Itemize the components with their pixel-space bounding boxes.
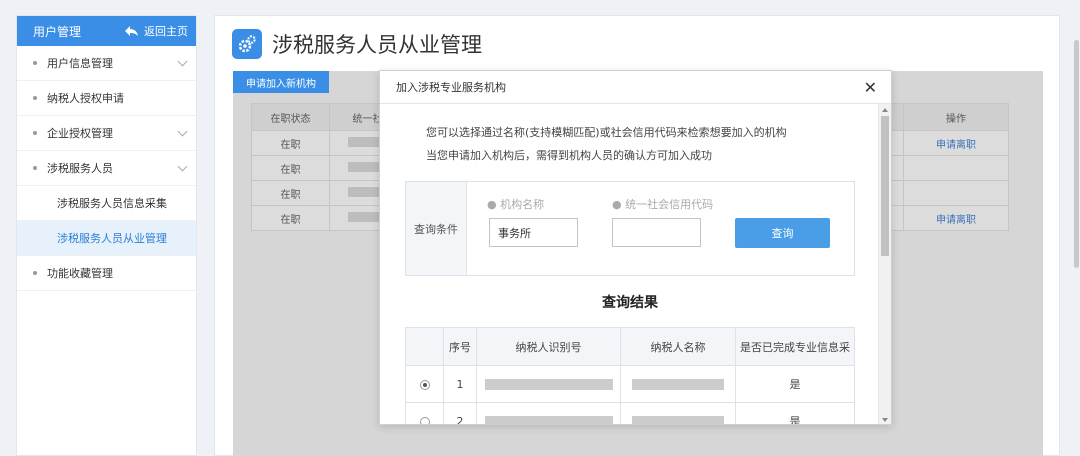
chevron-down-icon xyxy=(177,126,188,136)
page-scrollbar[interactable] xyxy=(1072,0,1080,456)
column-header: 在职状态 xyxy=(251,103,330,131)
back-arrow-icon xyxy=(125,26,138,36)
dialog-title: 加入涉税专业服务机构 xyxy=(396,81,506,94)
bullet-icon xyxy=(33,131,37,135)
name-caption: ● 机构名称 xyxy=(487,198,545,211)
table-row: 2 是 xyxy=(405,402,855,424)
dialog-scrollbar[interactable] xyxy=(878,104,891,424)
sidebar: 用户管理 返回主页 用户信息管理 纳税人授权申请 企业授权管理 涉税服务人员 涉… xyxy=(16,15,197,456)
sidebar-item-label: 功能收藏管理 xyxy=(47,267,113,280)
radio-selected[interactable] xyxy=(419,379,430,390)
sidebar-item-label: 企业授权管理 xyxy=(47,127,113,140)
sidebar-header: 用户管理 返回主页 xyxy=(17,16,196,46)
chevron-down-icon xyxy=(177,161,188,171)
sidebar-item-label: 纳税人授权申请 xyxy=(47,92,124,105)
column-header xyxy=(405,327,444,366)
column-header: 操作 xyxy=(903,103,1009,131)
done-cell: 是 xyxy=(735,402,855,424)
column-header: 是否已完成专业信息采 xyxy=(735,327,855,366)
radio-unselected[interactable] xyxy=(419,416,430,424)
result-title: 查询结果 xyxy=(602,295,658,311)
page-scroll-thumb[interactable] xyxy=(1074,40,1079,268)
sidebar-item-user-info[interactable]: 用户信息管理 xyxy=(17,46,196,81)
sidebar-title: 用户管理 xyxy=(33,24,82,39)
status-cell: 在职 xyxy=(251,180,330,206)
back-home-label: 返回主页 xyxy=(144,25,188,38)
agency-name-input[interactable] xyxy=(489,218,578,247)
sidebar-item-label: 用户信息管理 xyxy=(47,57,113,70)
index-cell: 2 xyxy=(443,402,477,424)
action-cell xyxy=(903,180,1009,206)
select-radio-cell[interactable] xyxy=(405,365,444,403)
column-header: 纳税人名称 xyxy=(620,327,736,366)
chevron-down-icon xyxy=(177,56,188,66)
action-cell xyxy=(903,155,1009,181)
status-cell: 在职 xyxy=(251,205,330,231)
title-bar: 涉税服务人员从业管理 xyxy=(215,16,1059,71)
bullet-icon xyxy=(33,271,37,275)
resign-link[interactable]: 申请离职 xyxy=(903,130,1009,156)
hint-text: 当您申请加入机构后，需得到机构人员的确认方可加入成功 xyxy=(426,149,712,162)
select-radio-cell[interactable] xyxy=(405,402,444,424)
redacted-taxpayer-name xyxy=(620,365,736,403)
hint-text: 您可以选择通过名称(支持模糊匹配)或社会信用代码来检索想要加入的机构 xyxy=(426,126,787,139)
sidebar-subitem-info-collection[interactable]: 涉税服务人员信息采集 xyxy=(17,186,196,221)
bullet-icon xyxy=(33,61,37,65)
dialog-body: 您可以选择通过名称(支持模糊匹配)或社会信用代码来检索想要加入的机构 当您申请加… xyxy=(380,104,880,424)
column-header: 纳税人识别号 xyxy=(476,327,621,366)
gears-icon xyxy=(232,28,262,59)
done-cell: 是 xyxy=(735,365,855,403)
sidebar-item-taxpayer-auth[interactable]: 纳税人授权申请 xyxy=(17,81,196,116)
scroll-thumb[interactable] xyxy=(881,116,889,256)
scroll-down-icon[interactable] xyxy=(882,418,888,422)
scroll-up-icon[interactable] xyxy=(882,108,888,112)
redacted-taxpayer-id xyxy=(476,365,621,403)
column-header: 序号 xyxy=(443,327,477,366)
code-caption: ● 统一社会信用代码 xyxy=(612,198,714,211)
page-title: 涉税服务人员从业管理 xyxy=(272,32,482,57)
sidebar-item-tax-service-staff[interactable]: 涉税服务人员 xyxy=(17,151,196,186)
index-cell: 1 xyxy=(443,365,477,403)
query-button[interactable]: 查询 xyxy=(735,218,830,248)
table-row: 1 是 xyxy=(405,365,855,403)
join-agency-dialog: 加入涉税专业服务机构 ✕ 您可以选择通过名称(支持模糊匹配)或社会信用代码来检索… xyxy=(379,70,892,425)
redacted-taxpayer-id xyxy=(476,402,621,424)
credit-code-input[interactable] xyxy=(612,218,701,247)
search-filter-box: 查询条件 ● 机构名称 ● 统一社会信用代码 查询 xyxy=(405,181,855,276)
apply-join-button[interactable]: 申请加入新机构 xyxy=(233,71,329,93)
back-home-button[interactable]: 返回主页 xyxy=(125,23,188,39)
redacted-taxpayer-name xyxy=(620,402,736,424)
bullet-icon xyxy=(33,166,37,170)
bullet-icon xyxy=(33,96,37,100)
close-icon[interactable]: ✕ xyxy=(864,78,877,97)
status-cell: 在职 xyxy=(251,130,330,156)
resign-link[interactable]: 申请离职 xyxy=(903,205,1009,231)
dialog-header: 加入涉税专业服务机构 ✕ xyxy=(380,71,891,104)
sidebar-item-enterprise-auth[interactable]: 企业授权管理 xyxy=(17,116,196,151)
sidebar-item-label: 涉税服务人员 xyxy=(47,162,113,175)
result-table: 序号 纳税人识别号 纳税人名称 是否已完成专业信息采 1 是 2 是 xyxy=(405,327,855,424)
table-header-row: 序号 纳税人识别号 纳税人名称 是否已完成专业信息采 xyxy=(405,327,855,366)
filter-label: 查询条件 xyxy=(406,182,467,275)
sidebar-subitem-employment-mgmt[interactable]: 涉税服务人员从业管理 xyxy=(17,221,196,256)
status-cell: 在职 xyxy=(251,155,330,181)
sidebar-item-favorites[interactable]: 功能收藏管理 xyxy=(17,256,196,291)
